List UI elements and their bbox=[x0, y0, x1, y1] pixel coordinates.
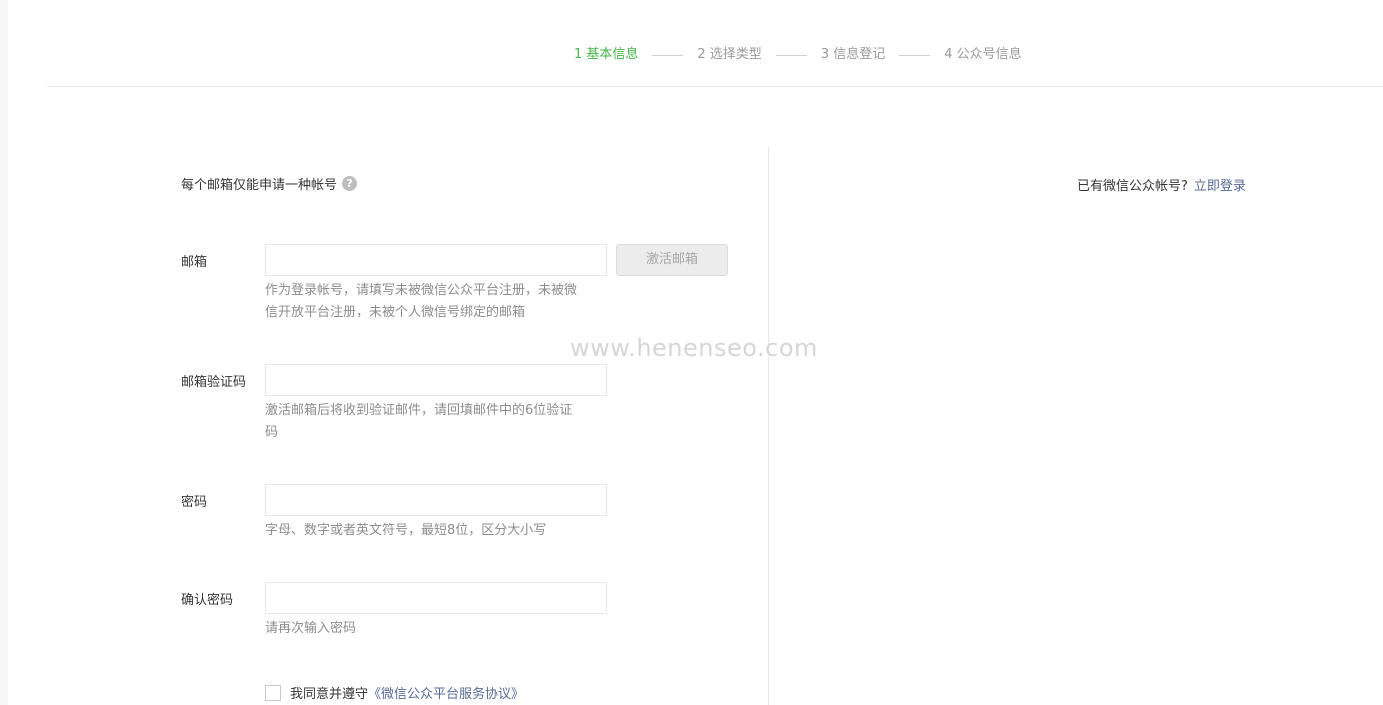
step-account-info: 4 公众号信息 bbox=[944, 47, 1022, 62]
email-label: 邮箱 bbox=[181, 255, 208, 270]
step-connector bbox=[899, 54, 931, 56]
column-divider bbox=[768, 147, 769, 705]
password-tip: 字母、数字或者英文符号，最短8位，区分大小写 bbox=[265, 523, 547, 538]
email-code-tip: 激活邮箱后将收到验证邮件，请回填邮件中的6位验证码 bbox=[265, 403, 573, 440]
login-hint: 已有微信公众帐号? 立即登录 bbox=[1077, 175, 1246, 194]
email-code-input[interactable] bbox=[265, 364, 607, 396]
email-input[interactable] bbox=[265, 244, 607, 276]
confirm-password-label: 确认密码 bbox=[181, 593, 234, 608]
step-connector bbox=[652, 54, 684, 56]
agreement-link[interactable]: 《微信公众平台服务协议》 bbox=[368, 683, 524, 702]
step-connector bbox=[775, 54, 807, 56]
watermark: www.henenseo.com bbox=[570, 334, 818, 362]
email-notice: 每个邮箱仅能申请一种帐号 ? bbox=[181, 174, 358, 193]
email-code-label: 邮箱验证码 bbox=[181, 375, 247, 390]
agreement-text: 我同意并遵守 bbox=[290, 687, 369, 702]
step-basic-info: 1 基本信息 bbox=[574, 47, 639, 62]
email-notice-text: 每个邮箱仅能申请一种帐号 bbox=[181, 178, 338, 193]
agreement-checkbox[interactable] bbox=[265, 684, 281, 701]
header-divider bbox=[47, 86, 1383, 87]
activate-email-button[interactable]: 激活邮箱 bbox=[616, 244, 728, 276]
left-edge-strip bbox=[0, 0, 8, 705]
help-icon[interactable]: ? bbox=[342, 176, 358, 191]
agreement-row: 我同意并遵守 《微信公众平台服务协议》 bbox=[265, 683, 524, 702]
login-hint-text: 已有微信公众帐号? bbox=[1077, 179, 1188, 194]
password-input[interactable] bbox=[265, 484, 607, 516]
step-select-type: 2 选择类型 bbox=[697, 47, 762, 62]
confirm-password-input[interactable] bbox=[265, 582, 607, 614]
step-info-registration: 3 信息登记 bbox=[820, 47, 886, 62]
register-page: 1 基本信息 2 选择类型 3 信息登记 4 公众号信息 每个邮箱仅能申请一种帐… bbox=[0, 0, 1383, 705]
password-label: 密码 bbox=[181, 495, 208, 510]
confirm-password-tip: 请再次输入密码 bbox=[265, 621, 357, 636]
step-indicator: 1 基本信息 2 选择类型 3 信息登记 4 公众号信息 bbox=[574, 46, 1022, 64]
email-tip: 作为登录帐号，请填写未被微信公众平台注册，未被微信开放平台注册，未被个人微信号绑… bbox=[265, 283, 578, 320]
login-link[interactable]: 立即登录 bbox=[1194, 179, 1246, 194]
